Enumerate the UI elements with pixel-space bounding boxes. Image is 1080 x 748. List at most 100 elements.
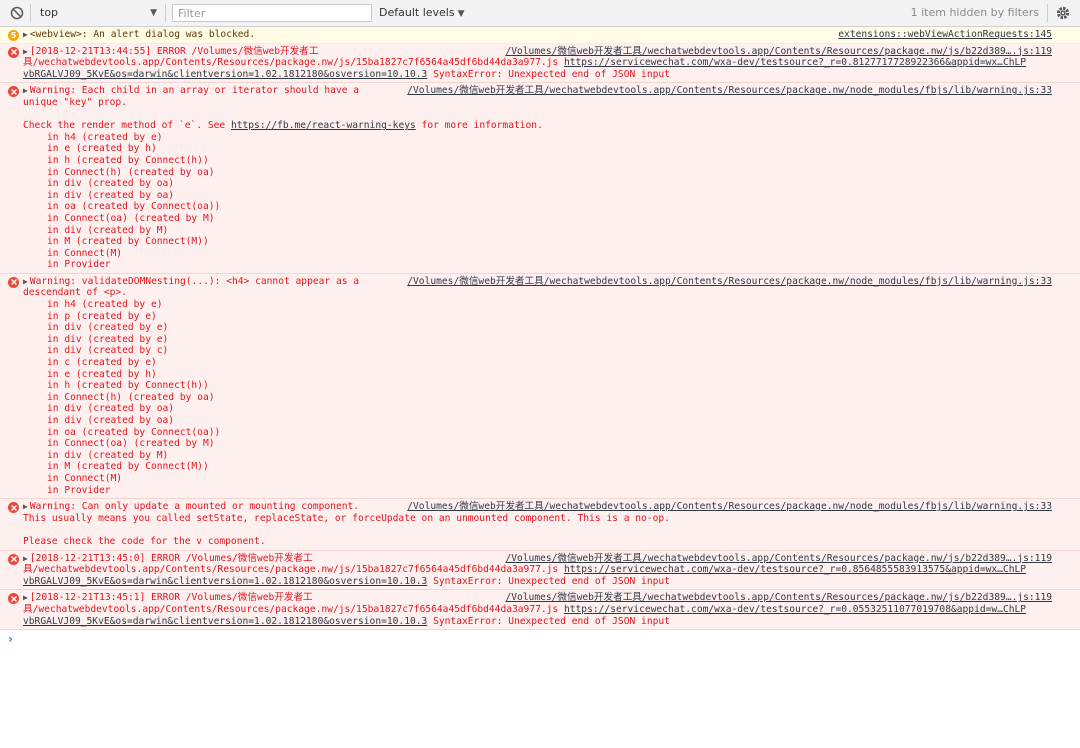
- clear-console-icon[interactable]: [9, 5, 25, 21]
- error-icon: [8, 46, 19, 58]
- error-icon: [8, 502, 19, 514]
- stack-frame: in div (created by c): [47, 345, 169, 357]
- log-levels-label: Default levels: [379, 6, 455, 19]
- console-prompt-icon[interactable]: ›: [8, 632, 13, 646]
- source-link[interactable]: /Volumes/微信web开发者工具/wechatwebdevtools.ap…: [505, 592, 1052, 604]
- console-message-error[interactable]: /Volumes/微信web开发者工具/wechatwebdevtools.ap…: [0, 590, 1080, 631]
- component-stack: in h4 (created by e) in p (created by e)…: [23, 299, 1052, 496]
- expand-triangle-icon[interactable]: ▶: [23, 554, 28, 563]
- stack-frame: in e (created by h): [47, 143, 157, 155]
- message-text: for more information.: [415, 120, 543, 132]
- source-link[interactable]: /Volumes/微信web开发者工具/wechatwebdevtools.ap…: [407, 501, 1052, 513]
- warning-count-badge: 5: [8, 30, 19, 41]
- stack-frame: in div (created by oa): [47, 189, 175, 201]
- message-text: unique "key" prop.: [23, 96, 127, 108]
- stack-frame: in oa (created by Connect(oa)): [47, 426, 221, 438]
- message-text: [2018-12-21T13:44:55] ERROR /Volumes/微信w…: [29, 45, 319, 57]
- context-value: top: [40, 6, 59, 19]
- console-log: 5 extensions::webViewActionRequests:145 …: [0, 27, 1080, 631]
- toolbar-divider: [30, 4, 31, 22]
- stack-frame: in div (created by oa): [47, 403, 175, 415]
- error-icon: [8, 593, 19, 605]
- stack-frame: in div (created by e): [47, 333, 169, 345]
- message-text: This usually means you called setState, …: [23, 512, 670, 524]
- stack-frame: in e (created by h): [47, 368, 157, 380]
- console-toolbar: top ▼ Default levels▼ 1 item hidden by f…: [0, 0, 1080, 27]
- message-text: Check the render method of `e`. See: [23, 120, 231, 132]
- toolbar-divider: [1047, 4, 1048, 22]
- message-text: Warning: validateDOMNesting(...): <h4> c…: [29, 275, 360, 287]
- stack-frame: in div (created by M): [47, 224, 169, 236]
- stack-frame: in M (created by Connect(M)): [47, 236, 209, 248]
- url-link[interactable]: https://servicewechat.com/wxa-dev/testso…: [564, 604, 1026, 615]
- log-levels-dropdown[interactable]: Default levels ▼: [379, 4, 465, 22]
- console-message-error[interactable]: /Volumes/微信web开发者工具/wechatwebdevtools.ap…: [0, 43, 1080, 84]
- message-text: 具/wechatwebdevtools.app/Contents/Resourc…: [23, 57, 559, 69]
- source-link[interactable]: /Volumes/微信web开发者工具/wechatwebdevtools.ap…: [407, 276, 1052, 288]
- stack-frame: in h (created by Connect(h)): [47, 380, 209, 392]
- console-message-warning[interactable]: /Volumes/微信web开发者工具/wechatwebdevtools.ap…: [0, 273, 1080, 500]
- dropdown-caret-icon: ▼: [150, 8, 157, 18]
- message-text: <webview>: An alert dialog was blocked.: [29, 29, 256, 40]
- component-stack: in h4 (created by e) in e (created by h)…: [23, 132, 1052, 271]
- expand-triangle-icon[interactable]: ▶: [23, 593, 28, 602]
- toolbar-divider: [165, 4, 166, 22]
- url-link-continued[interactable]: vbRGALVJ09_5KvE&os=darwin&clientversion=…: [23, 69, 427, 80]
- stack-frame: in oa (created by Connect(oa)): [47, 201, 221, 213]
- hidden-items-info: 1 item hidden by filters: [910, 6, 1039, 19]
- stack-frame: in h4 (created by e): [47, 299, 163, 311]
- message-text: SyntaxError: Unexpected end of JSON inpu…: [427, 68, 670, 80]
- filter-input[interactable]: [172, 4, 372, 22]
- error-icon: [8, 86, 19, 98]
- url-link-continued[interactable]: vbRGALVJ09_5KvE&os=darwin&clientversion=…: [23, 576, 427, 587]
- console-message-warning[interactable]: /Volumes/微信web开发者工具/wechatwebdevtools.ap…: [0, 499, 1080, 551]
- error-icon: [8, 276, 19, 288]
- message-text: SyntaxError: Unexpected end of JSON inpu…: [427, 615, 670, 627]
- stack-frame: in Connect(h) (created by oa): [47, 391, 215, 403]
- message-text: 具/wechatwebdevtools.app/Contents/Resourc…: [23, 564, 559, 576]
- source-link[interactable]: extensions::webViewActionRequests:145: [838, 29, 1052, 41]
- stack-frame: in Connect(h) (created by oa): [47, 166, 215, 178]
- message-text: [2018-12-21T13:45:0] ERROR /Volumes/微信we…: [29, 552, 313, 564]
- url-link[interactable]: https://fb.me/react-warning-keys: [231, 120, 416, 131]
- url-link[interactable]: https://servicewechat.com/wxa-dev/testso…: [564, 564, 1026, 575]
- source-link[interactable]: /Volumes/微信web开发者工具/wechatwebdevtools.ap…: [505, 553, 1052, 565]
- stack-frame: in Provider: [47, 259, 111, 271]
- stack-frame: in div (created by oa): [47, 415, 175, 426]
- console-message-warning[interactable]: /Volumes/微信web开发者工具/wechatwebdevtools.ap…: [0, 83, 1080, 274]
- expand-triangle-icon[interactable]: ▶: [23, 277, 28, 286]
- gear-icon[interactable]: [1055, 5, 1071, 21]
- stack-frame: in Connect(oa) (created by M): [47, 212, 215, 224]
- error-icon: [8, 553, 19, 565]
- stack-frame: in Connect(M): [47, 472, 123, 484]
- source-link[interactable]: /Volumes/微信web开发者工具/wechatwebdevtools.ap…: [505, 46, 1052, 58]
- stack-frame: in Provider: [47, 484, 111, 496]
- console-message-alert[interactable]: 5 extensions::webViewActionRequests:145 …: [0, 27, 1080, 44]
- url-link-continued[interactable]: vbRGALVJ09_5KvE&os=darwin&clientversion=…: [23, 616, 427, 627]
- stack-frame: in div (created by e): [47, 322, 169, 334]
- context-selector[interactable]: top ▼: [33, 4, 161, 22]
- source-link[interactable]: /Volumes/微信web开发者工具/wechatwebdevtools.ap…: [407, 85, 1052, 97]
- dropdown-caret-icon: ▼: [457, 9, 465, 19]
- message-text: 具/wechatwebdevtools.app/Contents/Resourc…: [23, 603, 559, 615]
- stack-frame: in c (created by e): [47, 357, 157, 369]
- expand-triangle-icon[interactable]: ▶: [23, 47, 28, 56]
- message-text: [2018-12-21T13:45:1] ERROR /Volumes/微信we…: [29, 592, 313, 604]
- stack-frame: in div (created by M): [47, 449, 169, 461]
- message-text: SyntaxError: Unexpected end of JSON inpu…: [427, 575, 670, 587]
- expand-triangle-icon[interactable]: ▶: [23, 502, 28, 511]
- message-text: descendant of <p>.: [23, 287, 127, 299]
- stack-frame: in div (created by oa): [47, 178, 175, 190]
- console-message-error[interactable]: /Volumes/微信web开发者工具/wechatwebdevtools.ap…: [0, 550, 1080, 591]
- stack-frame: in p (created by e): [47, 310, 157, 322]
- message-text: Warning: Can only update a mounted or mo…: [29, 501, 360, 513]
- expand-triangle-icon[interactable]: ▶: [23, 86, 28, 95]
- stack-frame: in h4 (created by e): [47, 131, 163, 143]
- expand-triangle-icon[interactable]: ▶: [23, 30, 28, 39]
- stack-frame: in Connect(oa) (created by M): [47, 438, 215, 450]
- message-text: Warning: Each child in an array or itera…: [29, 85, 360, 97]
- stack-frame: in h (created by Connect(h)): [47, 154, 209, 166]
- url-link[interactable]: https://servicewechat.com/wxa-dev/testso…: [564, 57, 1026, 68]
- stack-frame: in Connect(M): [47, 247, 123, 259]
- stack-frame: in M (created by Connect(M)): [47, 461, 209, 473]
